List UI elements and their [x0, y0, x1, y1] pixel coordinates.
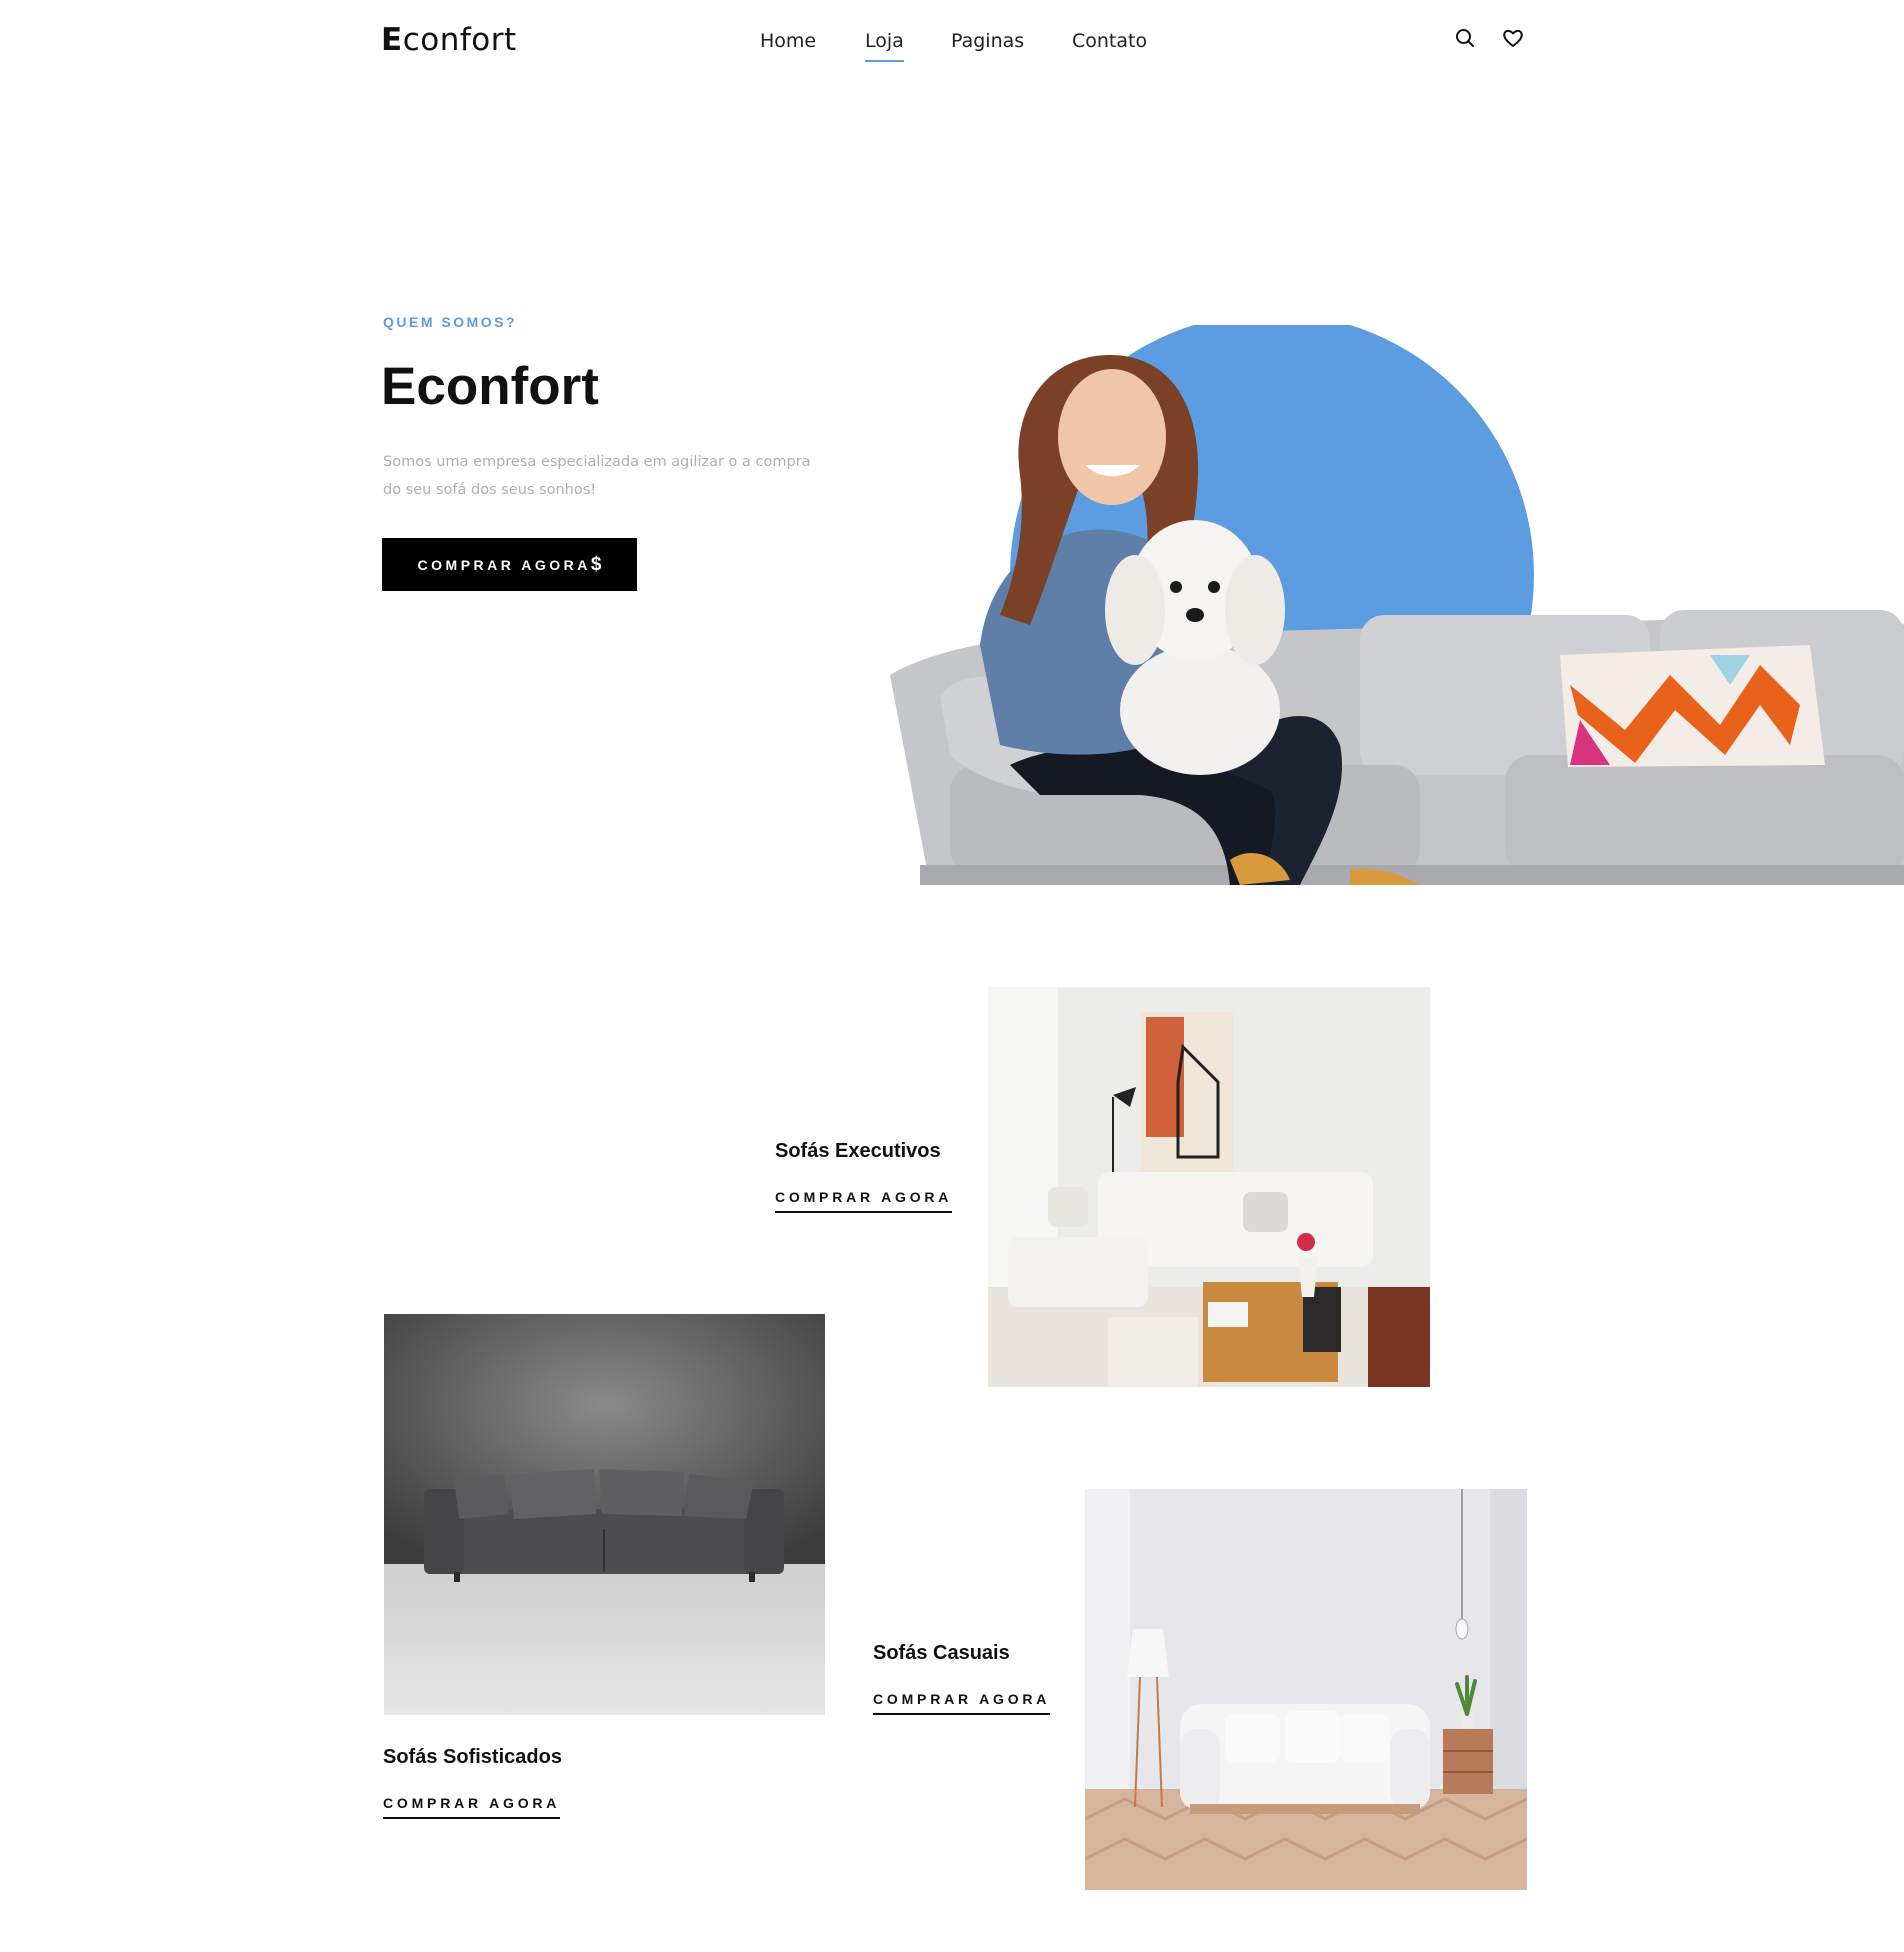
heart-icon[interactable]	[1501, 26, 1525, 50]
category-sofisticados-buy-link[interactable]: COMPRAR AGORA	[383, 1795, 561, 1819]
nav-item-contato[interactable]: Contato	[1072, 30, 1147, 52]
executive-sofa-image[interactable]	[988, 987, 1430, 1387]
hero-description: Somos uma empresa especializada em agili…	[383, 454, 811, 498]
search-icon[interactable]	[1453, 26, 1477, 50]
patterned-pillow	[1560, 645, 1825, 767]
hero-buy-button-label: COMPRAR AGORA	[417, 556, 591, 573]
hero-image	[890, 325, 1904, 885]
nav-item-paginas[interactable]: Paginas	[951, 30, 1024, 52]
category-sofisticados-title: Sofás Sofisticados	[383, 1746, 562, 1768]
category-executivos-title: Sofás Executivos	[775, 1140, 941, 1162]
nav-item-loja[interactable]: Loja	[865, 30, 904, 62]
white-dog	[1105, 520, 1285, 775]
sophisticated-sofa-image[interactable]	[384, 1314, 825, 1715]
category-executivos-buy-link[interactable]: COMPRAR AGORA	[775, 1189, 953, 1213]
casual-sofa-image[interactable]	[1085, 1489, 1527, 1890]
dollar-icon: $	[590, 553, 602, 575]
woman-face	[1058, 369, 1166, 505]
hero-title: Econfort	[381, 357, 599, 416]
category-casuais-title: Sofás Casuais	[873, 1642, 1010, 1664]
nav-item-home[interactable]: Home	[760, 30, 816, 52]
hero-eyebrow: QUEM SOMOS?	[383, 314, 518, 330]
hero-buy-button[interactable]: COMPRAR AGORA $	[382, 538, 637, 591]
category-casuais-buy-link[interactable]: COMPRAR AGORA	[873, 1691, 1051, 1715]
sofa-seat-cushion	[1505, 755, 1904, 875]
site-logo[interactable]: Econfort	[381, 22, 517, 58]
